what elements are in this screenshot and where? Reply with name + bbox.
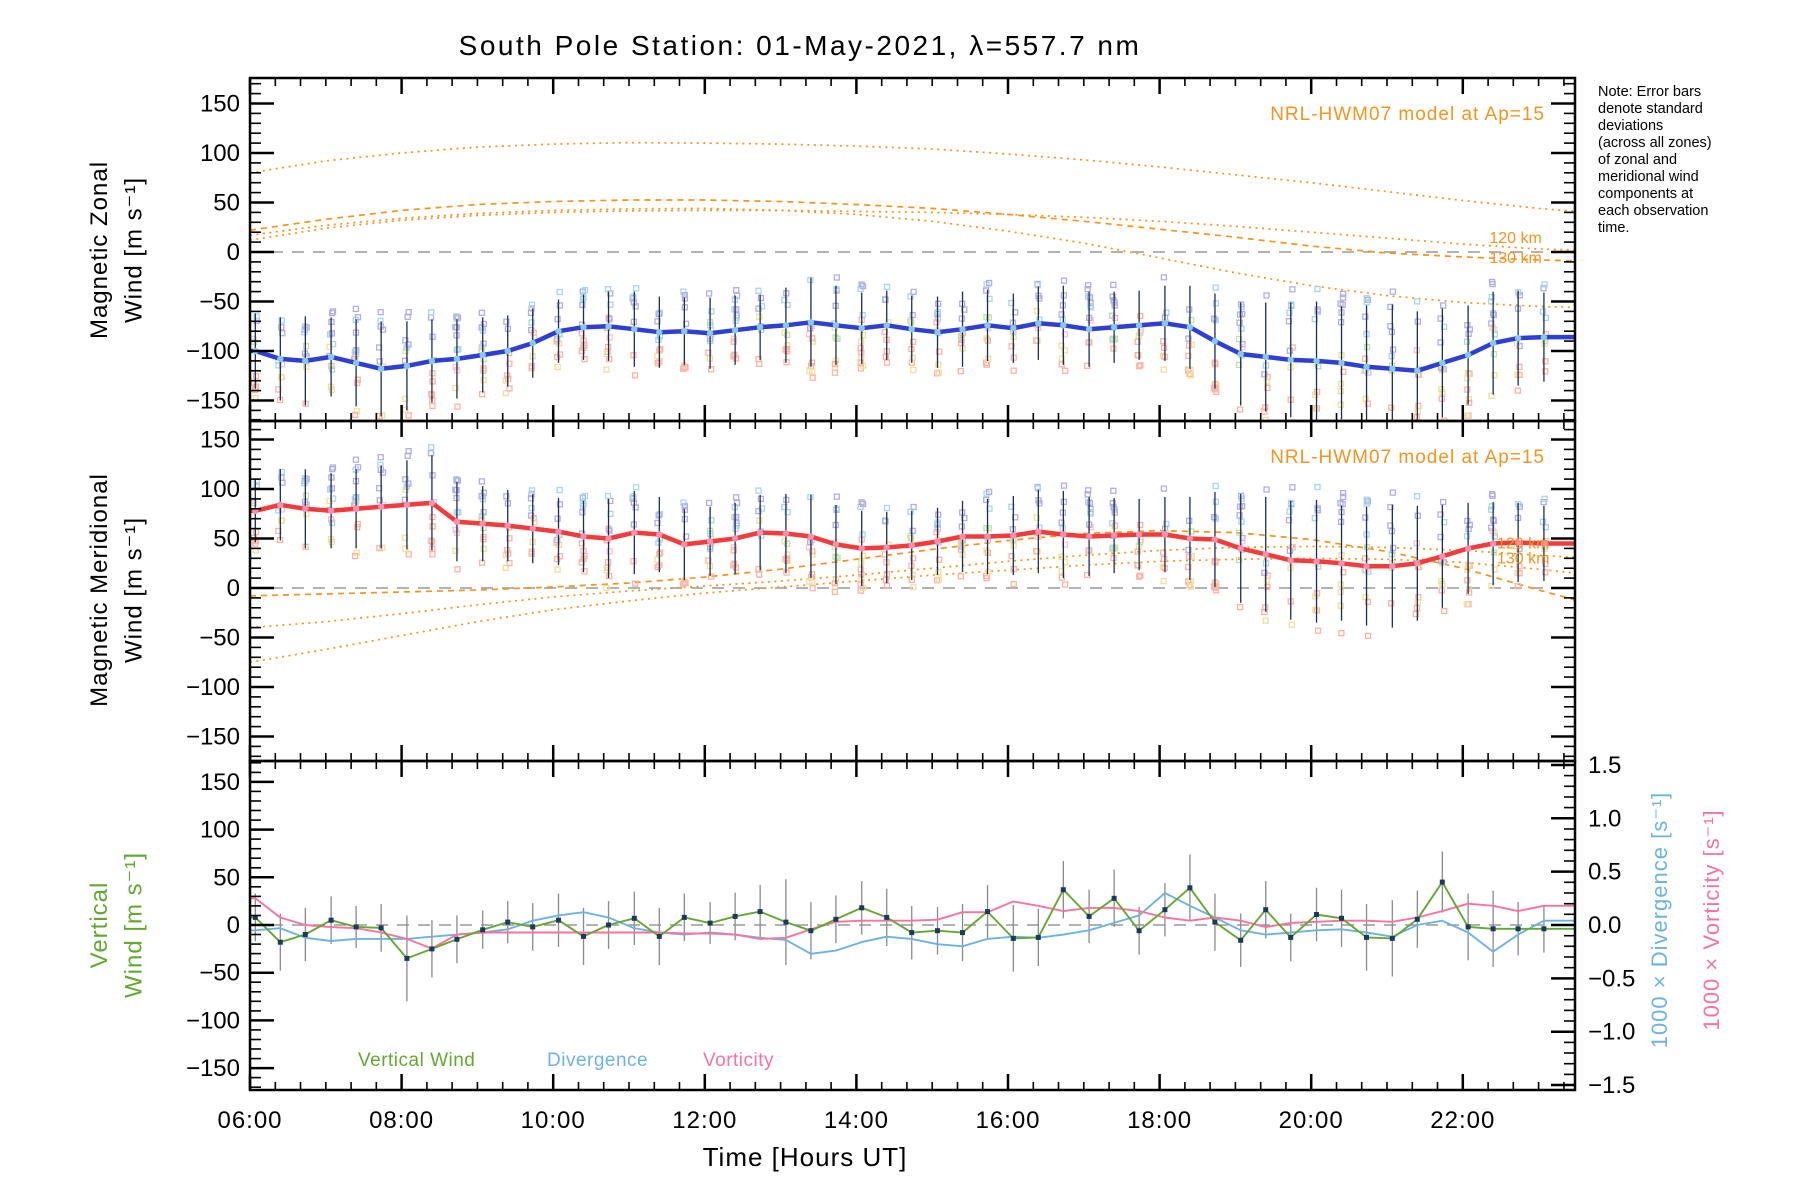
right-y-tick-label: 1.0: [1588, 805, 1621, 832]
y-tick-label: −100: [186, 674, 240, 701]
x-tick-label: 18:00: [1127, 1107, 1192, 1134]
panel-vertical_wind_divergence_vorticity: [250, 851, 1575, 1002]
x-tick-label: 20:00: [1279, 1107, 1344, 1134]
y-tick-label: 150: [200, 91, 240, 118]
right-y-tick-label: −1.5: [1588, 1072, 1635, 1099]
x-tick-label: 12:00: [672, 1107, 737, 1134]
y-tick-label: 0: [227, 912, 240, 939]
y-tick-label: −100: [186, 338, 240, 365]
x-tick-label: 16:00: [975, 1107, 1040, 1134]
y-tick-label: −150: [186, 388, 240, 415]
right-y-tick-label: −0.5: [1588, 965, 1635, 992]
y-tick-label: 100: [200, 817, 240, 844]
divergence-line: [250, 892, 1575, 955]
note-text: Note: Error bars denote standard deviation…: [1598, 84, 1712, 236]
y-tick-label: 50: [213, 526, 240, 553]
right-y-tick-label: −1.0: [1588, 1019, 1635, 1046]
panel-magnetic_zonal_wind: 120 km 130 km: [250, 141, 1575, 421]
y-tick-label: −50: [199, 289, 240, 316]
y-tick-label: 50: [213, 190, 240, 217]
y-tick-label: 150: [200, 427, 240, 454]
y-tick-label: −150: [186, 1055, 240, 1082]
altitude-label: 130 km: [1497, 550, 1549, 567]
model-curve: [250, 209, 1575, 251]
right-y-tick-label: 0.5: [1588, 859, 1621, 886]
x-tick-label: 08:00: [369, 1107, 434, 1134]
vorticity-line: [250, 897, 1575, 950]
y-tick-label: −50: [199, 960, 240, 987]
legend-item-vertical-wind: Vertical Wind: [358, 1050, 476, 1071]
y-tick-label: −100: [186, 1007, 240, 1034]
zonal-axis-label-line1: Magnetic Zonal: [86, 160, 113, 340]
y-tick-label: −150: [186, 724, 240, 751]
plot-canvas: 120 km130 kmNRL-HWM07 model at Ap=15120 …: [186, 76, 1635, 1134]
altitude-label: 120 km: [1489, 230, 1541, 247]
x-tick-label: 14:00: [824, 1107, 889, 1134]
vertical-axis-label-line1: Vertical: [86, 881, 113, 969]
y-tick-label: −50: [199, 625, 240, 652]
meridional-axis-label-line1: Magnetic Meridional: [86, 473, 113, 707]
altitude-label: 130 km: [1489, 250, 1541, 267]
chart-title: South Pole Station: 01-May-2021, λ=557.7…: [458, 30, 1142, 61]
legend-item-vorticity: Vorticity: [703, 1050, 775, 1071]
y-tick-label: 0: [227, 239, 240, 266]
x-axis-title: Time [Hours UT]: [702, 1142, 908, 1172]
zonal-axis-label-line2: Wind [m s⁻¹]: [120, 176, 148, 324]
vorticity-axis-label: 1000 × Vorticity [s⁻¹]: [1699, 809, 1724, 1031]
y-tick-label: 100: [200, 140, 240, 167]
model-annotation: NRL-HWM07 model at Ap=15: [1270, 104, 1545, 125]
x-tick-label: 06:00: [217, 1107, 282, 1134]
model-annotation: NRL-HWM07 model at Ap=15: [1270, 447, 1545, 468]
panel-magnetic_meridional_wind: 120 km130 km: [250, 444, 1575, 664]
wind-measurement-figure: 120 km 130 km NRL-HWM07 model at Ap=15 120 …: [0, 0, 1800, 1200]
y-tick-label: 150: [200, 769, 240, 796]
y-tick-label: 0: [227, 575, 240, 602]
right-y-tick-label: 1.5: [1588, 752, 1621, 779]
model-curve: [250, 207, 1575, 309]
y-tick-label: 50: [213, 864, 240, 891]
meridional-axis-label-line2: Wind [m s⁻¹]: [120, 516, 148, 664]
x-tick-label: 22:00: [1430, 1107, 1495, 1134]
x-tick-label: 10:00: [521, 1107, 586, 1134]
model-curve: [250, 141, 1575, 213]
y-tick-label: 100: [200, 476, 240, 503]
legend-item-divergence: Divergence: [547, 1050, 649, 1071]
vertical-axis-label-line2: Wind [m s⁻¹]: [120, 851, 148, 999]
model-curve: [250, 557, 1575, 664]
right-y-tick-label: 0.0: [1588, 912, 1621, 939]
divergence-axis-label: 1000 × Divergence [s⁻¹]: [1647, 791, 1672, 1049]
